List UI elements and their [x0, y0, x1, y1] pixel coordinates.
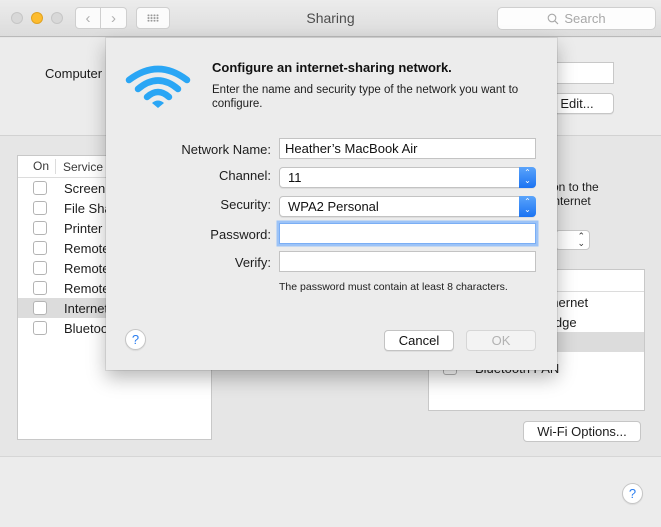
question-mark-icon: ?: [628, 486, 637, 501]
up-down-arrows-icon: ⌃ ⌄: [577, 231, 585, 248]
column-header-on[interactable]: On: [18, 159, 56, 174]
network-name-field[interactable]: Heather’s MacBook Air: [279, 138, 536, 159]
title-bar: ‹ › Sharing Search: [0, 0, 661, 37]
security-popup[interactable]: WPA2 Personal ⌃ ⌄: [279, 196, 536, 217]
dialog-help-button[interactable]: ?: [125, 329, 146, 350]
search-icon: [548, 13, 559, 24]
verify-label: Verify:: [234, 255, 271, 270]
service-checkbox[interactable]: [33, 181, 47, 195]
password-field[interactable]: [279, 223, 536, 244]
service-name: Screen: [64, 180, 106, 196]
dialog-title: Configure an internet-sharing network.: [212, 60, 452, 75]
service-checkbox[interactable]: [33, 241, 47, 255]
service-name: Internet: [64, 300, 109, 316]
bottom-bar: [0, 456, 661, 527]
service-name: Remote: [64, 280, 110, 296]
computer-name-label: Computer: [45, 66, 103, 81]
wifi-icon: [125, 65, 191, 108]
ok-button[interactable]: OK: [466, 330, 536, 351]
service-name: Remote: [64, 260, 110, 276]
cancel-button[interactable]: Cancel: [384, 330, 454, 351]
question-mark-icon: ?: [131, 332, 140, 347]
password-hint: The password must contain at least 8 cha…: [279, 281, 508, 293]
up-down-arrows-icon: ⌃ ⌄: [519, 167, 536, 188]
channel-label: Channel:: [218, 168, 271, 183]
security-value: WPA2 Personal: [288, 199, 379, 214]
up-down-arrows-icon: ⌃ ⌄: [519, 196, 536, 217]
dialog-description: Enter the name and security type of the …: [212, 84, 519, 110]
share-from-popup[interactable]: ⌃ ⌄: [555, 230, 590, 250]
service-checkbox[interactable]: [33, 301, 47, 315]
search-field[interactable]: Search: [497, 7, 656, 30]
search-placeholder: Search: [564, 11, 606, 26]
service-name: File Sha: [64, 200, 112, 216]
service-checkbox[interactable]: [33, 321, 47, 335]
service-name: Remote: [64, 240, 110, 256]
channel-value: 11: [288, 170, 302, 185]
wifi-options-button[interactable]: Wi-Fi Options...: [523, 421, 641, 442]
column-header-service[interactable]: Service: [56, 160, 103, 174]
help-button[interactable]: ?: [622, 483, 643, 504]
service-checkbox[interactable]: [33, 221, 47, 235]
service-name: Printer: [64, 220, 103, 236]
password-label: Password:: [210, 227, 271, 242]
network-name-label: Network Name:: [181, 142, 271, 157]
configure-network-sheet: Configure an internet-sharing network. E…: [106, 38, 557, 370]
service-checkbox[interactable]: [33, 281, 47, 295]
service-checkbox[interactable]: [33, 261, 47, 275]
service-checkbox[interactable]: [33, 201, 47, 215]
verify-field[interactable]: [279, 251, 536, 272]
security-label: Security:: [220, 197, 271, 212]
service-name: Bluetoo: [64, 320, 109, 336]
channel-popup[interactable]: 11 ⌃ ⌄: [279, 167, 536, 188]
